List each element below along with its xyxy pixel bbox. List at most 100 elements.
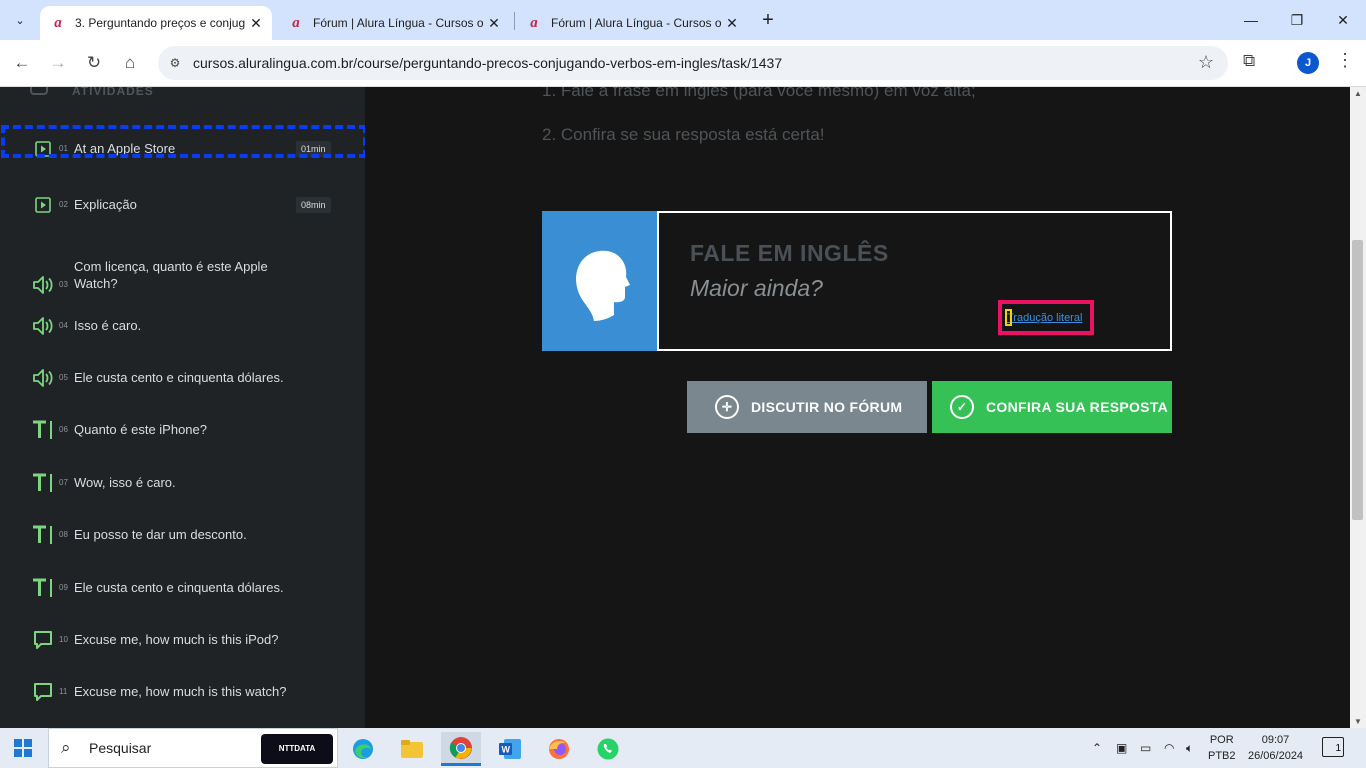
play-icon <box>32 194 54 216</box>
instruction-step-2: 2. Confira se sua resposta está certa! <box>542 125 825 144</box>
reload-icon[interactable]: ↻ <box>80 50 108 76</box>
profile-avatar[interactable]: J <box>1297 52 1319 74</box>
home-icon[interactable]: ⌂ <box>116 50 144 76</box>
close-tab-icon[interactable]: ✕ <box>724 15 740 31</box>
meet-now-icon[interactable]: ▣ <box>1116 728 1127 768</box>
scroll-down-arrow-icon[interactable]: ▼ <box>1354 717 1362 726</box>
forward-arrow-icon[interactable]: → <box>44 50 72 76</box>
address-bar[interactable]: ⚙ cursos.aluralingua.com.br/course/pergu… <box>158 46 1228 80</box>
card-avatar-panel <box>542 211 658 351</box>
lesson-title: Ele custa cento e cinquenta dólares. <box>74 580 284 595</box>
check-answer-button[interactable]: ✓ CONFIRA SUA RESPOSTA <box>932 381 1172 433</box>
alura-favicon-icon: a <box>530 15 538 31</box>
extensions-puzzle-icon[interactable]: ⧉ <box>1243 51 1255 71</box>
page-scrollbar[interactable]: ▲ ▼ <box>1350 87 1366 728</box>
discuss-forum-button[interactable]: ✛ DISCUTIR NO FÓRUM <box>687 381 927 433</box>
discuss-forum-label: DISCUTIR NO FÓRUM <box>751 399 903 415</box>
speaker-icon <box>32 315 54 337</box>
browser-tab-strip: ⌄ a 3. Perguntando preços e conjugando v… <box>0 0 1366 40</box>
file-explorer-icon[interactable] <box>392 732 432 766</box>
lifebuoy-icon: ✛ <box>715 395 739 419</box>
minimize-icon[interactable]: — <box>1228 0 1274 40</box>
tab-search-chevron-icon[interactable]: ⌄ <box>8 8 32 32</box>
speaker-icon <box>32 274 54 296</box>
lesson-number: 05 <box>59 373 68 382</box>
search-placeholder: Pesquisar <box>89 740 152 756</box>
text-icon <box>32 577 54 599</box>
card-heading: FALE EM INGLÊS <box>690 240 889 266</box>
keyboard-layout: PTB2 <box>1208 750 1236 762</box>
lesson-title: Isso é caro. <box>74 318 142 333</box>
chrome-icon[interactable] <box>441 732 481 766</box>
lesson-number: 10 <box>59 635 68 644</box>
edge-icon[interactable] <box>343 732 383 766</box>
sidebar-header-label: ATIVIDADES <box>72 87 154 98</box>
language-code: POR <box>1209 734 1234 746</box>
scroll-up-arrow-icon[interactable]: ▲ <box>1354 89 1362 98</box>
speaker-icon <box>32 367 54 389</box>
lesson-title: Com licença, quanto é este Apple Watch? <box>74 259 268 291</box>
battery-icon[interactable]: ▭ <box>1140 728 1151 768</box>
lesson-title: Excuse me, how much is this iPod? <box>74 632 279 647</box>
tab-title: Fórum | Alura Língua - Cursos online <box>551 16 721 30</box>
url-text[interactable]: cursos.aluralingua.com.br/course/pergunt… <box>193 55 782 71</box>
notification-center-icon[interactable]: 1 <box>1322 737 1344 757</box>
speak-english-card: FALE EM INGLÊS Maior ainda? Tradução lit… <box>542 211 1172 351</box>
check-answer-label: CONFIRA SUA RESPOSTA <box>986 399 1169 415</box>
lesson-number: 08 <box>59 530 68 539</box>
alura-favicon-icon: a <box>292 15 300 31</box>
card-body: FALE EM INGLÊS Maior ainda? Tradução lit… <box>657 211 1172 351</box>
search-icon: ⌕ <box>61 738 71 757</box>
activities-sidebar: ATIVIDADES 01 At an Apple Store 01min 02 Exp… <box>0 87 365 728</box>
browser-toolbar: ← → ↻ ⌂ ⚙ cursos.aluralingua.com.br/cour… <box>0 40 1366 87</box>
lesson-title: Eu posso te dar um desconto. <box>74 527 247 542</box>
close-window-icon[interactable]: ✕ <box>1320 0 1366 40</box>
browser-tab[interactable]: a Fórum | Alura Língua - Cursos online ✕ <box>278 6 510 40</box>
site-info-icon[interactable]: ⚙ <box>166 54 184 72</box>
lesson-duration-badge: 08min <box>296 197 331 213</box>
volume-icon[interactable]: 🔈︎ <box>1186 728 1193 768</box>
card-phrase: Maior ainda? <box>690 275 823 301</box>
taskbar-search[interactable]: ⌕ Pesquisar NTTDATA <box>48 728 338 768</box>
text-cursor-marker <box>1005 309 1012 326</box>
restore-icon[interactable]: ❐ <box>1274 0 1320 40</box>
close-tab-icon[interactable]: ✕ <box>248 15 264 31</box>
literal-translation-link[interactable]: Tradução literal <box>1007 312 1082 324</box>
lesson-title: Wow, isso é caro. <box>74 475 176 490</box>
task-content: 1. Fale a frase em inglês (para você mes… <box>365 87 1350 728</box>
text-icon <box>32 419 54 441</box>
firefox-icon[interactable] <box>539 732 579 766</box>
windows-taskbar: ⌕ Pesquisar NTTDATA W ⌃ ▣ ▭ ◠ 🔈︎ POR PTB… <box>0 728 1366 768</box>
close-tab-icon[interactable]: ✕ <box>486 15 502 31</box>
show-hidden-icons-chevron-icon[interactable]: ⌃ <box>1092 728 1102 768</box>
bookmark-star-icon[interactable]: ☆ <box>1198 52 1214 73</box>
text-icon <box>32 524 54 546</box>
lesson-number: 03 <box>59 280 68 289</box>
more-menu-icon[interactable]: ⋮ <box>1336 50 1354 71</box>
search-highlight-badge[interactable]: NTTDATA <box>261 734 333 764</box>
clock-date: 26/06/2024 <box>1248 750 1304 762</box>
tab-title: 3. Perguntando preços e conjugando verbo… <box>75 16 245 30</box>
lesson-title: Quanto é este iPhone? <box>74 422 207 437</box>
back-arrow-icon[interactable]: ← <box>8 50 36 76</box>
browser-tab-active[interactable]: a 3. Perguntando preços e conjugando ver… <box>40 6 272 40</box>
word-icon[interactable]: W <box>490 732 530 766</box>
chat-icon <box>32 629 54 651</box>
alura-favicon-icon: a <box>54 15 62 31</box>
new-tab-icon[interactable]: + <box>758 8 778 32</box>
clock[interactable]: 09:07 26/06/2024 <box>1248 732 1303 764</box>
tab-title: Fórum | Alura Língua - Cursos online <box>313 16 483 30</box>
whatsapp-icon[interactable] <box>588 732 628 766</box>
language-indicator[interactable]: POR PTB2 <box>1208 732 1236 764</box>
sidebar-header: ATIVIDADES <box>30 87 154 98</box>
browser-tab[interactable]: a Fórum | Alura Língua - Cursos online ✕ <box>516 6 748 40</box>
windows-start-icon[interactable] <box>14 739 32 757</box>
lesson-number: 07 <box>59 478 68 487</box>
lesson-title: Ele custa cento e cinquenta dólares. <box>74 370 284 385</box>
scroll-thumb[interactable] <box>1352 240 1363 520</box>
lesson-number: 09 <box>59 583 68 592</box>
wifi-icon[interactable]: ◠ <box>1164 728 1174 768</box>
activities-icon <box>30 87 48 95</box>
chat-icon <box>32 681 54 703</box>
tab-separator <box>514 12 515 30</box>
